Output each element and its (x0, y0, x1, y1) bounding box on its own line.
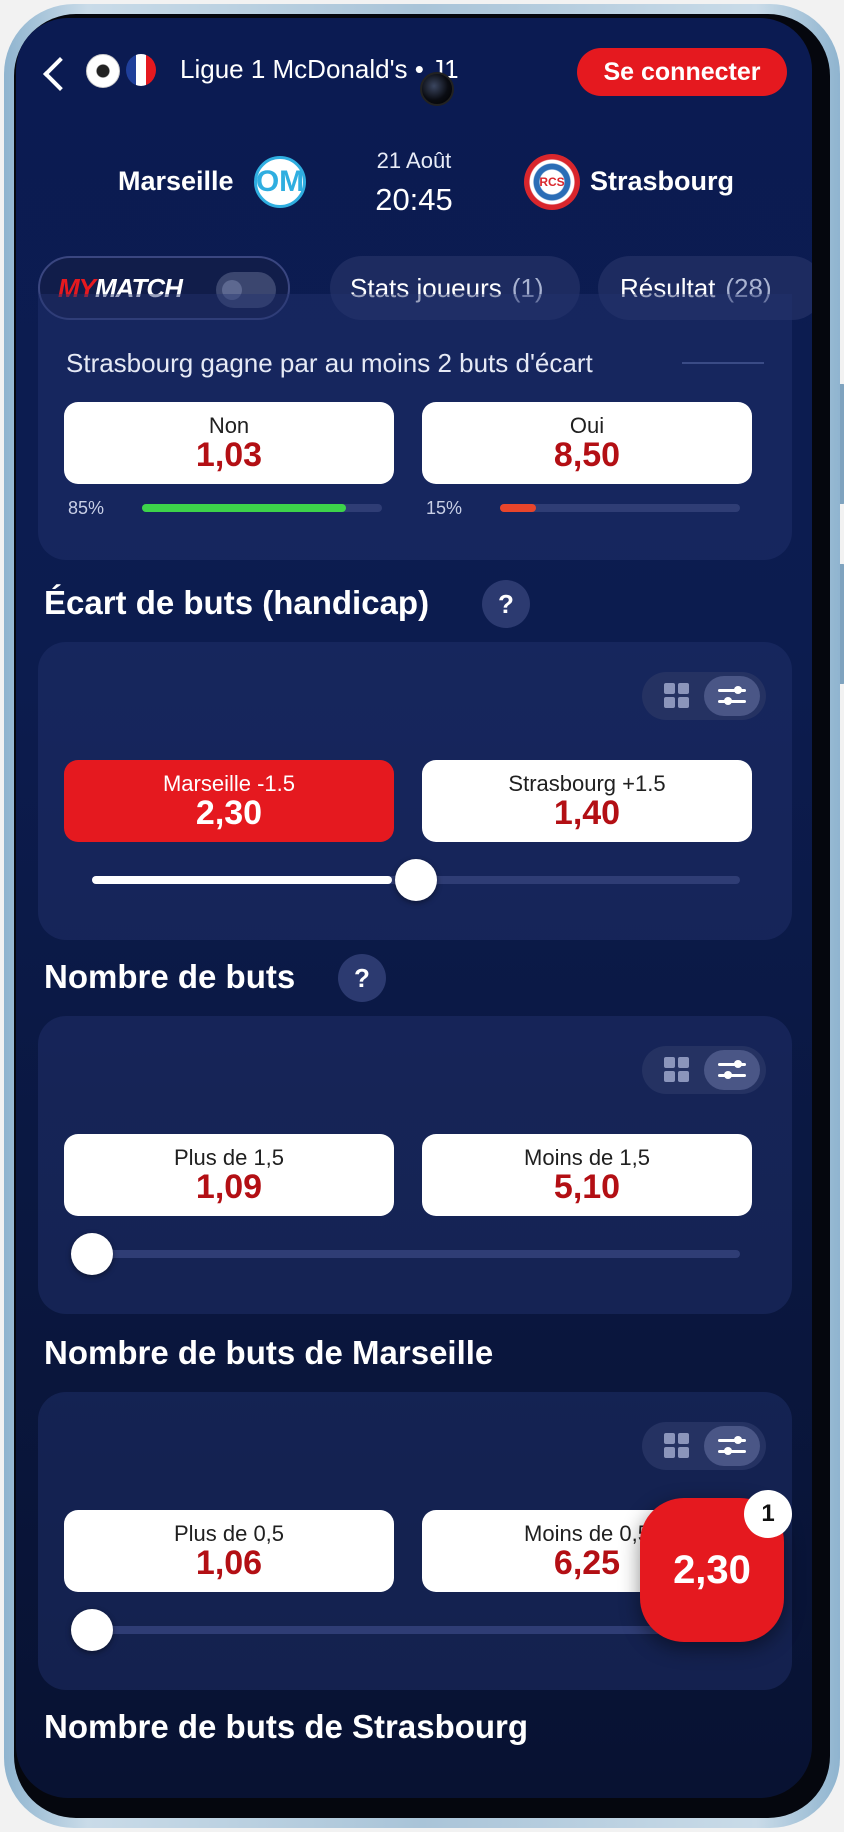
odds-label: Moins de 1,5 (524, 1145, 650, 1170)
slider-view-icon[interactable] (704, 1050, 760, 1090)
odds-label: Plus de 1,5 (173, 1145, 285, 1170)
back-arrow-icon[interactable] (43, 57, 77, 91)
odds-button-marseille-handicap[interactable]: Marseille -1.5 2,30 (64, 760, 394, 842)
market-subtitle: Strasbourg gagne par au moins 2 buts d'é… (66, 348, 593, 378)
betslip-count-badge: 1 (744, 1490, 792, 1538)
percent-label: 15% (426, 498, 463, 518)
help-icon[interactable]: ? (338, 954, 386, 1002)
odds-value: 1,03 (195, 436, 263, 474)
odds-button-under-1-5[interactable]: Moins de 1,5 5,10 (422, 1134, 752, 1216)
grid-view-icon[interactable] (654, 1432, 700, 1460)
slider-knob[interactable] (395, 859, 437, 901)
odds-value: 1,06 (195, 1544, 263, 1582)
soccer-ball-icon (86, 54, 120, 88)
percent-bar-fill (500, 504, 536, 512)
view-toggle[interactable] (642, 1422, 766, 1470)
percent-label: 85% (68, 498, 105, 518)
view-toggle[interactable] (642, 672, 766, 720)
slider-fill (92, 876, 392, 884)
strasbourg-crest-icon: RCS (524, 154, 580, 210)
odds-button-strasbourg-handicap[interactable]: Strasbourg +1.5 1,40 (422, 760, 752, 842)
odds-label: Marseille -1.5 (162, 771, 296, 796)
section-title-strasbourg-goals: Nombre de buts de Strasbourg (44, 1708, 529, 1745)
odds-button-over-1-5[interactable]: Plus de 1,5 1,09 (64, 1134, 394, 1216)
odds-label: Non (208, 413, 250, 438)
percent-bar (500, 504, 740, 512)
volume-button (840, 384, 844, 504)
odds-label: Strasbourg +1.5 (508, 771, 666, 796)
total-goals-slider[interactable] (71, 1233, 740, 1275)
slider-knob[interactable] (71, 1233, 113, 1275)
section-title-total-goals: Nombre de buts (44, 958, 296, 995)
odds-label: Plus de 0,5 (173, 1521, 285, 1546)
odds-value: 8,50 (553, 436, 621, 474)
odds-value: 1,09 (195, 1168, 263, 1206)
grid-view-icon[interactable] (654, 1056, 700, 1084)
front-camera (420, 72, 454, 106)
odds-value: 2,30 (195, 794, 263, 832)
odds-value: 5,10 (553, 1168, 621, 1206)
odds-label: Oui (569, 413, 605, 438)
odds-button-over-0-5[interactable]: Plus de 0,5 1,06 (64, 1510, 394, 1592)
marseille-goals-slider[interactable] (71, 1609, 740, 1651)
away-team-name: Strasbourg (590, 166, 735, 196)
grid-view-icon[interactable] (654, 682, 700, 710)
power-button (840, 564, 844, 684)
login-button[interactable]: Se connecter (577, 48, 787, 96)
percent-bar-fill (142, 504, 346, 512)
slider-view-icon[interactable] (704, 1426, 760, 1466)
slider-view-icon[interactable] (704, 676, 760, 716)
help-icon[interactable]: ? (482, 580, 530, 628)
match-header: Marseille OM 21 Août 20:45 RCS Strasbour… (16, 148, 812, 228)
odds-value: 1,40 (553, 794, 621, 832)
app-screen: Ligue 1 McDonald's • J1 Se connecter Mar… (16, 18, 812, 1798)
top-bar: Ligue 1 McDonald's • J1 Se connecter (16, 48, 812, 108)
league-title: Ligue 1 McDonald's • J1 (180, 54, 459, 84)
odds-button-non[interactable]: Non 1,03 (64, 402, 394, 484)
slider-knob[interactable] (71, 1609, 113, 1651)
france-flag-icon (126, 54, 156, 86)
section-title-marseille-goals: Nombre de buts de Marseille (44, 1334, 494, 1371)
section-title-handicap: Écart de buts (handicap) (44, 584, 430, 621)
odds-button-oui[interactable]: Oui 8,50 (422, 402, 752, 484)
divider (682, 362, 764, 364)
percent-bar (142, 504, 382, 512)
view-toggle[interactable] (642, 1046, 766, 1094)
handicap-slider[interactable] (92, 859, 740, 901)
